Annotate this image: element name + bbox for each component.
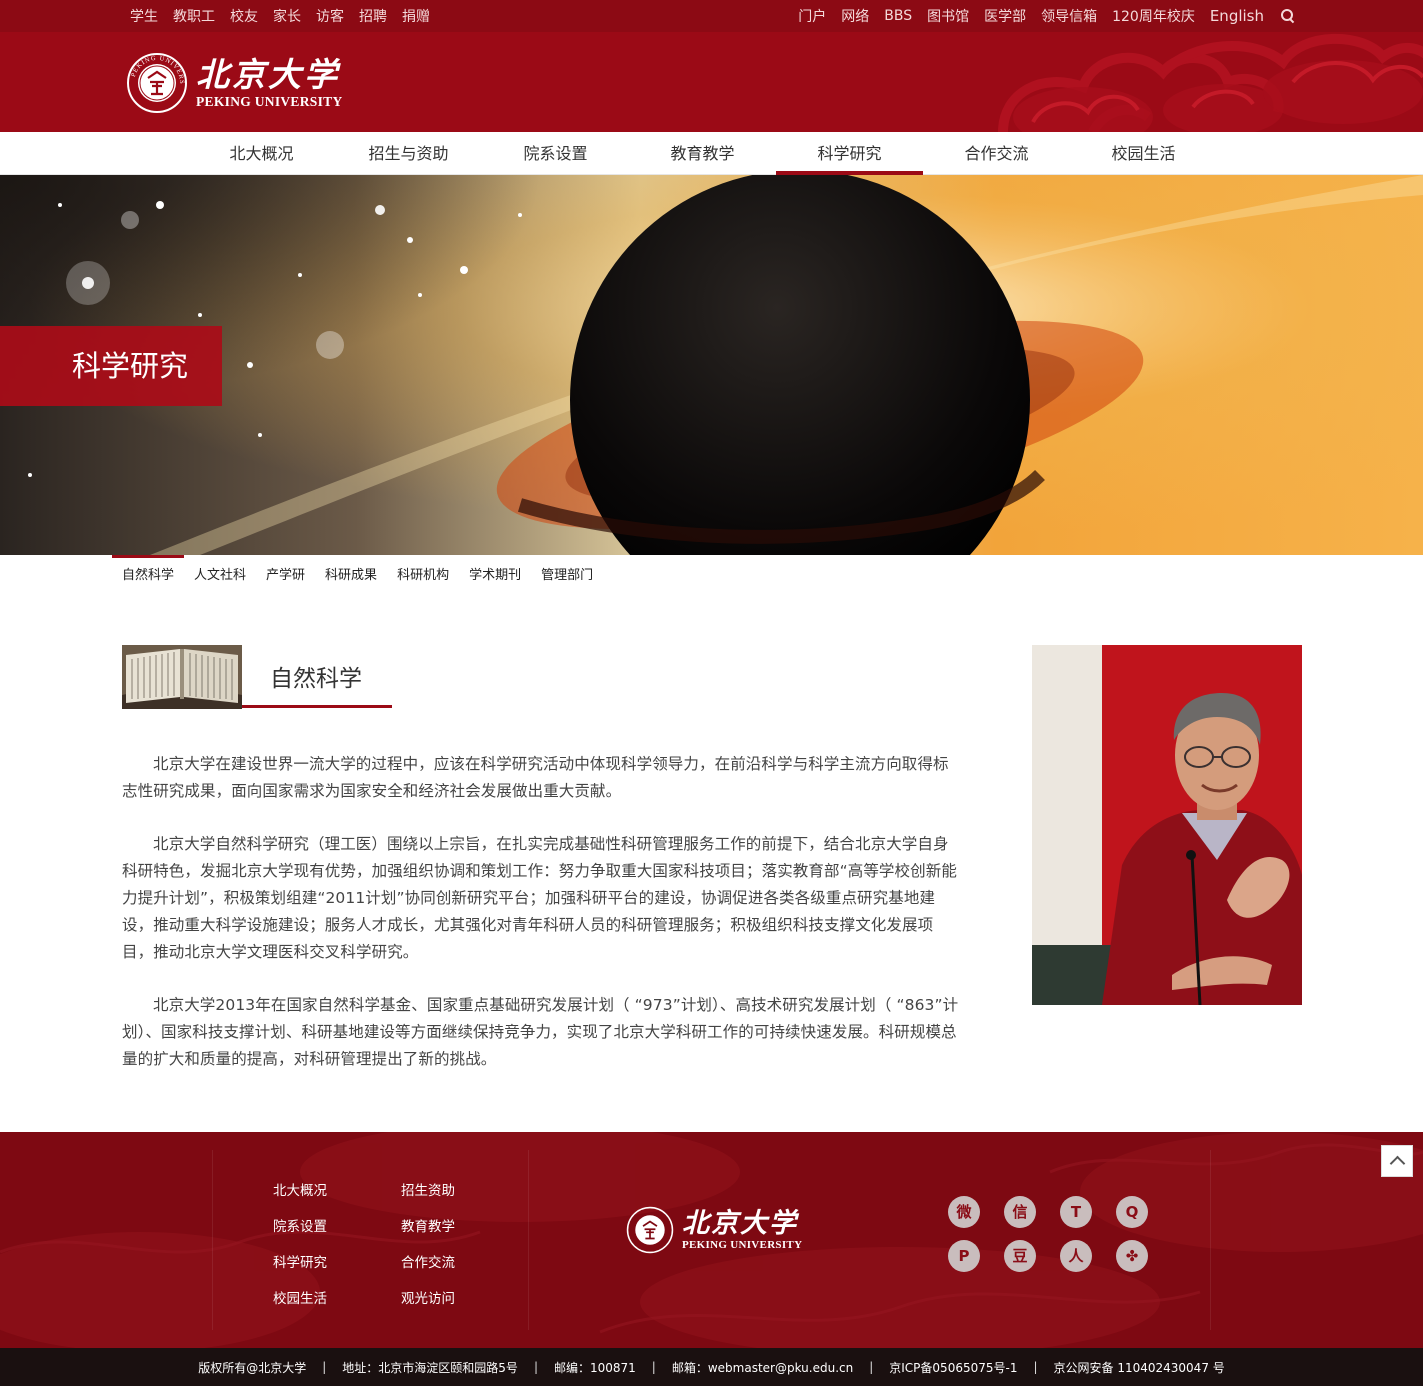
- renren-icon[interactable]: 人: [1060, 1240, 1092, 1272]
- footer-link-overview[interactable]: 北大概况: [273, 1182, 401, 1201]
- link-english[interactable]: English: [1210, 7, 1264, 25]
- footer-logo[interactable]: 北京大学 PEKING UNIVERSITY: [626, 1206, 802, 1254]
- separator: |: [651, 1360, 656, 1374]
- article-body: 北京大学在建设世界一流大学的过程中，应该在科学研究活动中体现科学领导力，在前沿科…: [122, 751, 964, 1099]
- footer-link-cooperation[interactable]: 合作交流: [401, 1254, 529, 1273]
- quick-links: 门户 网络 BBS 图书馆 医学部 领导信箱 120周年校庆 English: [798, 0, 1295, 32]
- social-icons: 微 信 T Q P 豆 人 ✤: [948, 1196, 1148, 1272]
- wechat-icon[interactable]: 信: [1004, 1196, 1036, 1228]
- link-bbs[interactable]: BBS: [884, 8, 912, 24]
- footer-link-campus-life[interactable]: 校园生活: [273, 1290, 401, 1309]
- copyright-police[interactable]: 京公网安备 110402430047 号: [1054, 1359, 1225, 1376]
- nav-item-campus-life[interactable]: 校园生活: [1070, 132, 1217, 175]
- section-header: 自然科学: [122, 645, 392, 709]
- link-portal[interactable]: 门户: [798, 6, 826, 26]
- link-visitors[interactable]: 访客: [316, 6, 344, 26]
- subnav-natural-science[interactable]: 自然科学: [112, 555, 185, 595]
- search-icon[interactable]: [1281, 9, 1295, 23]
- nav-item-education[interactable]: 教育教学: [629, 132, 776, 175]
- copyright-address: 地址：北京市海淀区颐和园路5号: [342, 1360, 518, 1375]
- pinyin-icon[interactable]: P: [948, 1240, 980, 1272]
- separator: |: [1033, 1360, 1038, 1374]
- site-footer: 北大概况 招生资助 院系设置 教育教学 科学研究 合作交流 校园生活 观光访问 …: [0, 1132, 1423, 1348]
- link-anniversary[interactable]: 120周年校庆: [1112, 6, 1195, 26]
- university-seal-icon: [626, 1206, 674, 1254]
- separator: |: [533, 1360, 538, 1374]
- copyright-postcode: 邮编：100871: [553, 1360, 636, 1375]
- article-paragraph: 北京大学在建设世界一流大学的过程中，应该在科学研究活动中体现科学领导力，在前沿科…: [122, 755, 949, 800]
- footer-link-research[interactable]: 科学研究: [273, 1254, 401, 1273]
- portrait-photo: [1032, 645, 1302, 1005]
- footer-divider: [1210, 1150, 1211, 1330]
- section-title-underline: [242, 705, 392, 708]
- sub-nav: 自然科学 人文社科 产学研 科研成果 科研机构 学术期刊 管理部门: [112, 555, 603, 595]
- footer-link-visit[interactable]: 观光访问: [401, 1290, 529, 1309]
- douban-icon[interactable]: 豆: [1004, 1240, 1036, 1272]
- footer-logo-chinese: 北京大学: [682, 1207, 798, 1239]
- subnav-industry[interactable]: 产学研: [256, 555, 315, 595]
- nav-item-admissions[interactable]: 招生与资助: [335, 132, 482, 175]
- link-jobs[interactable]: 招聘: [359, 6, 387, 26]
- footer-links: 北大概况 招生资助 院系设置 教育教学 科学研究 合作交流 校园生活 观光访问: [273, 1182, 529, 1309]
- university-seal-icon: PEKING UNIVERSITY: [126, 52, 187, 113]
- subnav-achievements[interactable]: 科研成果: [315, 555, 387, 595]
- link-medical[interactable]: 医学部: [984, 6, 1026, 26]
- link-network[interactable]: 网络: [841, 6, 869, 26]
- clover-icon[interactable]: ✤: [1116, 1240, 1148, 1272]
- top-utility-bar: 学生 教职工 校友 家长 访客 招聘 捐赠 门户 网络 BBS 图书馆 医学部 …: [0, 0, 1423, 32]
- separator: |: [869, 1360, 874, 1374]
- footer-link-admissions[interactable]: 招生资助: [401, 1182, 529, 1201]
- footer-divider: [212, 1150, 213, 1330]
- logo-chinese: 北京大学: [196, 55, 340, 94]
- nav-item-cooperation[interactable]: 合作交流: [923, 132, 1070, 175]
- ancient-book-image: [122, 645, 242, 709]
- hero-banner: 科学研究: [0, 175, 1423, 555]
- tencent-weibo-icon[interactable]: T: [1060, 1196, 1092, 1228]
- link-library[interactable]: 图书馆: [927, 6, 969, 26]
- footer-link-departments[interactable]: 院系设置: [273, 1218, 401, 1237]
- back-to-top-button[interactable]: [1381, 1145, 1413, 1177]
- pku-logo[interactable]: PEKING UNIVERSITY 北京大学 PEKING UNIVERSITY: [126, 50, 346, 116]
- logo-english: PEKING UNIVERSITY: [196, 94, 343, 109]
- qq-icon[interactable]: Q: [1116, 1196, 1148, 1228]
- article-paragraph: 北京大学自然科学研究（理工医）围绕以上宗旨，在扎实完成基础性科研管理服务工作的前…: [122, 835, 957, 961]
- link-parents[interactable]: 家长: [273, 6, 301, 26]
- cloud-decoration: [998, 33, 1423, 132]
- speaker-portrait-image: [1032, 645, 1302, 1005]
- nav-item-departments[interactable]: 院系设置: [482, 132, 629, 175]
- link-staff[interactable]: 教职工: [173, 6, 215, 26]
- article-paragraph: 北京大学2013年在国家自然科学基金、国家重点基础研究发展计划（ “973”计划…: [122, 996, 959, 1068]
- subnav-admin[interactable]: 管理部门: [531, 555, 603, 595]
- separator: |: [322, 1360, 327, 1374]
- link-mailbox[interactable]: 领导信箱: [1041, 6, 1097, 26]
- banner-title: 科学研究: [0, 326, 222, 406]
- weibo-icon[interactable]: 微: [948, 1196, 980, 1228]
- copyright-icp[interactable]: 京ICP备05065075号-1: [889, 1359, 1017, 1376]
- section-title: 自然科学: [270, 666, 362, 692]
- subnav-journals[interactable]: 学术期刊: [459, 555, 531, 595]
- nav-item-overview[interactable]: 北大概况: [188, 132, 335, 175]
- copyright-email[interactable]: 邮箱：webmaster@pku.edu.cn: [672, 1359, 853, 1376]
- copyright-bar: 版权所有@北京大学 | 地址：北京市海淀区颐和园路5号 | 邮编：100871 …: [0, 1348, 1423, 1386]
- subnav-humanities[interactable]: 人文社科: [184, 555, 256, 595]
- link-alumni[interactable]: 校友: [230, 6, 258, 26]
- link-donate[interactable]: 捐赠: [402, 6, 430, 26]
- link-students[interactable]: 学生: [130, 6, 158, 26]
- copyright-owner: 版权所有@北京大学: [198, 1360, 307, 1375]
- footer-logo-english: PEKING UNIVERSITY: [682, 1238, 803, 1251]
- main-nav: 北大概况 招生与资助 院系设置 教育教学 科学研究 合作交流 校园生活: [0, 132, 1423, 175]
- subnav-institutes[interactable]: 科研机构: [387, 555, 459, 595]
- audience-links: 学生 教职工 校友 家长 访客 招聘 捐赠: [130, 0, 430, 32]
- footer-link-education[interactable]: 教育教学: [401, 1218, 529, 1237]
- nav-item-research[interactable]: 科学研究: [776, 132, 923, 175]
- site-header: PEKING UNIVERSITY 北京大学 PEKING UNIVERSITY: [0, 32, 1423, 132]
